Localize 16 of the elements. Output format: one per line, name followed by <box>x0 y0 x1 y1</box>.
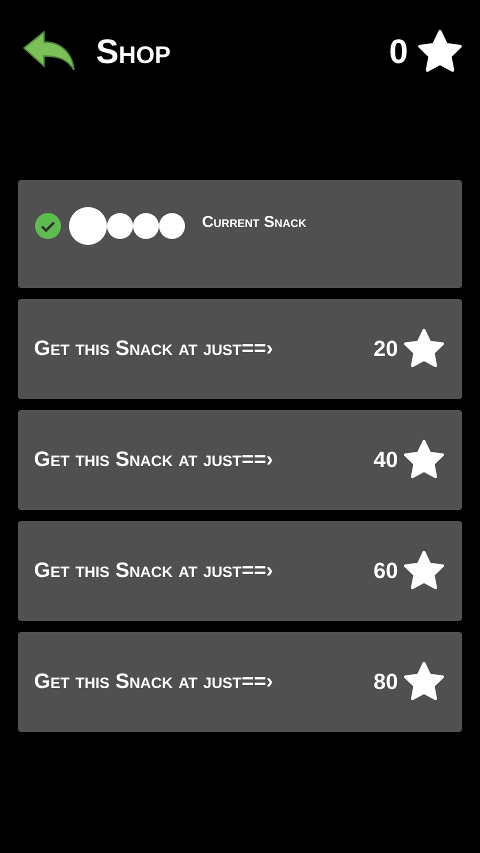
snack-offer-card[interactable]: Get this Snack at just==› 60 <box>18 521 462 621</box>
current-snack-label: Current Snack <box>202 214 306 232</box>
price: 80 <box>374 669 398 695</box>
offer-text: Get this Snack at just==› <box>34 337 274 361</box>
price: 40 <box>374 447 398 473</box>
page-title: Shop <box>96 32 172 72</box>
snack-offer-card[interactable]: Get this Snack at just==› 40 <box>18 410 462 510</box>
price: 60 <box>374 558 398 584</box>
snack-offer-card[interactable]: Get this Snack at just==› 80 <box>18 632 462 732</box>
offer-text: Get this Snack at just==› <box>34 559 274 583</box>
snack-card[interactable]: Current Snack <box>18 180 462 288</box>
star-count: 0 <box>389 32 408 72</box>
offer-text: Get this Snack at just==› <box>34 670 274 694</box>
snack-offer-card[interactable]: Get this Snack at just==› 20 <box>18 299 462 399</box>
offer-text: Get this Snack at just==› <box>34 448 274 472</box>
price: 20 <box>374 336 398 362</box>
